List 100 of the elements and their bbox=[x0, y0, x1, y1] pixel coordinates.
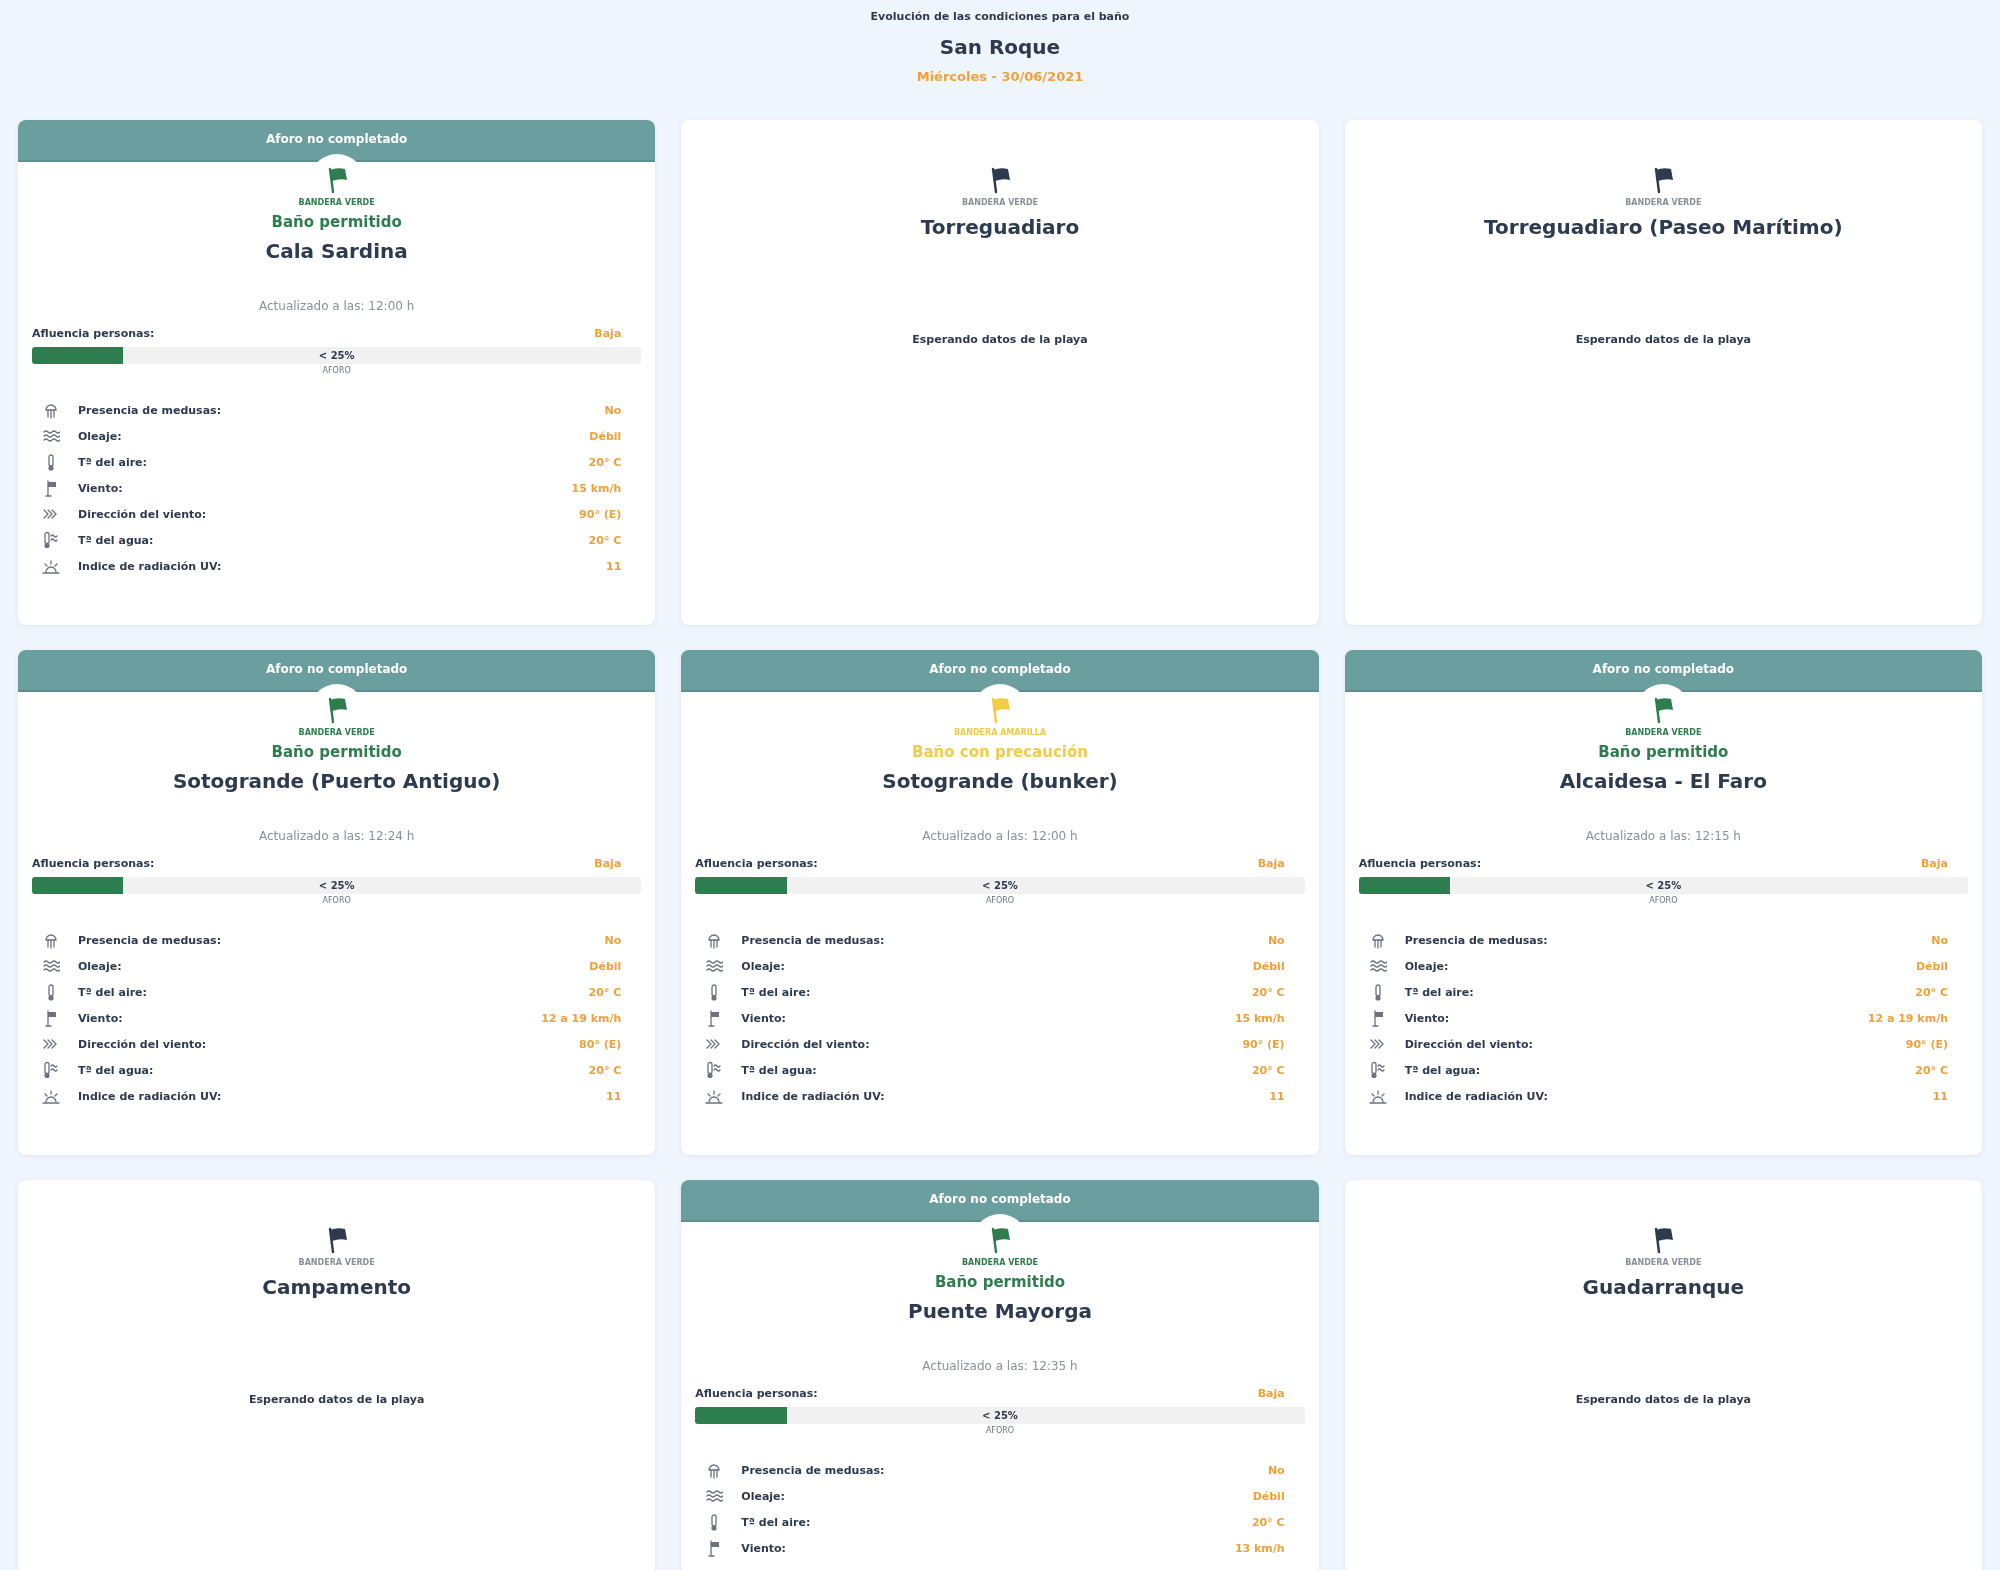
capacity-banner: Aforo no completado bbox=[681, 650, 1319, 692]
condition-value: Débil bbox=[1252, 959, 1285, 973]
bathing-status: Baño permitido bbox=[934, 1273, 1066, 1291]
capacity-caption: AFORO bbox=[985, 1426, 1015, 1435]
crowd-label: Afluencia personas: bbox=[32, 327, 155, 340]
condition-label: Oleaje: bbox=[741, 959, 785, 973]
beach-name: Sotogrande (Puerto Antiguo) bbox=[172, 769, 501, 793]
condition-value: Débil bbox=[1915, 959, 1948, 973]
beach-name: Alcaidesa - El Faro bbox=[1559, 769, 1767, 793]
update-time: Actualizado a las: 12:35 h bbox=[922, 1359, 1078, 1373]
condition-value: 90° (E) bbox=[1242, 1037, 1285, 1051]
condition-value: No bbox=[1267, 1463, 1285, 1477]
windsock-icon bbox=[1371, 1009, 1384, 1027]
condition-label: Dirección del viento: bbox=[78, 1037, 207, 1051]
condition-value: 20° C bbox=[588, 533, 622, 547]
condition-label: Tª del aire: bbox=[78, 985, 147, 999]
condition-label: Oleaje: bbox=[1404, 959, 1449, 973]
capacity-caption: AFORO bbox=[1649, 896, 1678, 905]
condition-value: 12 a 19 km/h bbox=[541, 1011, 622, 1025]
capacity-reading: < 25% bbox=[982, 880, 1018, 891]
condition-label: Tª del aire: bbox=[1404, 985, 1474, 999]
bathing-status: Baño permitido bbox=[271, 213, 402, 231]
condition-value: 20° C bbox=[1251, 1515, 1285, 1529]
condition-value: 20° C bbox=[1915, 985, 1948, 999]
beach-name: Campamento bbox=[262, 1275, 412, 1299]
condition-label: Tª del aire: bbox=[78, 455, 147, 469]
condition-label: Indice de radiación UV: bbox=[1404, 1089, 1548, 1103]
condition-value: 80° (E) bbox=[579, 1037, 622, 1051]
beach-name: Guadarranque bbox=[1582, 1275, 1745, 1299]
waiting-message: Esperando datos de la playa bbox=[912, 333, 1088, 346]
condition-label: Oleaje: bbox=[78, 959, 122, 973]
condition-label: Tª del agua: bbox=[78, 533, 154, 547]
condition-label: Viento: bbox=[741, 1011, 786, 1025]
condition-value: 11 bbox=[606, 1089, 622, 1103]
condition-label: Tª del aire: bbox=[741, 985, 811, 999]
crowd-value: Baja bbox=[594, 857, 622, 870]
condition-label: Viento: bbox=[78, 481, 123, 495]
date-label: Miércoles - 30/06/2021 bbox=[916, 69, 1084, 84]
condition-label: Viento: bbox=[741, 1541, 786, 1555]
beach-name: Cala Sardina bbox=[265, 239, 408, 263]
condition-value: Débil bbox=[589, 429, 622, 443]
condition-value: 20° C bbox=[1251, 1063, 1285, 1077]
waves-icon bbox=[42, 957, 60, 975]
crowd-value: Baja bbox=[1257, 1387, 1285, 1400]
flag-label: BANDERA VERDE bbox=[298, 1258, 375, 1267]
capacity-banner: Aforo no completado bbox=[681, 1180, 1319, 1222]
water-thermometer-icon bbox=[1368, 1061, 1387, 1079]
condition-label: Tª del aire: bbox=[741, 1515, 811, 1529]
crowd-label: Afluencia personas: bbox=[695, 857, 818, 870]
flag-label: BANDERA VERDE bbox=[961, 198, 1039, 207]
bathing-status: Baño con precaución bbox=[912, 743, 1088, 761]
windsock-icon bbox=[45, 1009, 57, 1027]
flag-label: BANDERA VERDE bbox=[298, 198, 375, 207]
thermometer-icon bbox=[48, 983, 54, 1001]
condition-label: Presencia de medusas: bbox=[741, 933, 885, 947]
flag-label: BANDERA VERDE bbox=[1625, 1258, 1702, 1267]
condition-label: Indice de radiación UV: bbox=[78, 559, 222, 573]
windsock-icon bbox=[708, 1009, 721, 1027]
bathing-status: Baño permitido bbox=[271, 743, 402, 761]
page-title: San Roque bbox=[939, 35, 1061, 59]
update-time: Actualizado a las: 12:15 h bbox=[1585, 829, 1741, 843]
condition-value: 11 bbox=[1932, 1089, 1948, 1103]
jellyfish-icon bbox=[42, 931, 60, 949]
thermometer-icon bbox=[48, 453, 54, 471]
condition-label: Dirección del viento: bbox=[78, 507, 207, 521]
condition-value: 20° C bbox=[1251, 985, 1285, 999]
beach-name: Puente Mayorga bbox=[907, 1299, 1092, 1323]
condition-value: No bbox=[1267, 933, 1285, 947]
condition-value: No bbox=[604, 403, 622, 417]
thermometer-icon bbox=[1374, 983, 1381, 1001]
crowd-value: Baja bbox=[594, 327, 622, 340]
condition-label: Presencia de medusas: bbox=[1404, 933, 1548, 947]
condition-label: Tª del agua: bbox=[741, 1063, 817, 1077]
update-time: Actualizado a las: 12:24 h bbox=[259, 829, 415, 843]
condition-value: 90° (E) bbox=[1905, 1037, 1948, 1051]
waiting-message: Esperando datos de la playa bbox=[1575, 1393, 1751, 1406]
capacity-banner: Aforo no completado bbox=[1344, 650, 1982, 692]
condition-label: Indice de radiación UV: bbox=[78, 1089, 222, 1103]
crowd-value: Baja bbox=[1920, 857, 1948, 870]
condition-label: Oleaje: bbox=[741, 1489, 785, 1503]
capacity-reading: < 25% bbox=[1645, 880, 1682, 891]
condition-value: Débil bbox=[589, 959, 622, 973]
condition-value: 15 km/h bbox=[1234, 1011, 1285, 1025]
waves-icon bbox=[705, 957, 724, 975]
condition-value: No bbox=[1931, 933, 1948, 947]
update-time: Actualizado a las: 12:00 h bbox=[922, 829, 1078, 843]
condition-value: 15 km/h bbox=[571, 481, 622, 495]
flag-label: BANDERA VERDE bbox=[1625, 728, 1702, 737]
condition-label: Dirección del viento: bbox=[741, 1037, 870, 1051]
crowd-label: Afluencia personas: bbox=[695, 1387, 818, 1400]
beach-name: Sotogrande (bunker) bbox=[882, 769, 1118, 793]
capacity-caption: AFORO bbox=[985, 896, 1015, 905]
water-thermometer-icon bbox=[42, 531, 60, 549]
thermometer-icon bbox=[711, 1513, 718, 1531]
condition-label: Viento: bbox=[1404, 1011, 1450, 1025]
condition-value: 20° C bbox=[588, 455, 622, 469]
capacity-banner: Aforo no completado bbox=[18, 650, 656, 692]
waves-icon bbox=[1368, 957, 1387, 975]
jellyfish-icon bbox=[42, 401, 60, 419]
condition-value: 20° C bbox=[588, 985, 622, 999]
